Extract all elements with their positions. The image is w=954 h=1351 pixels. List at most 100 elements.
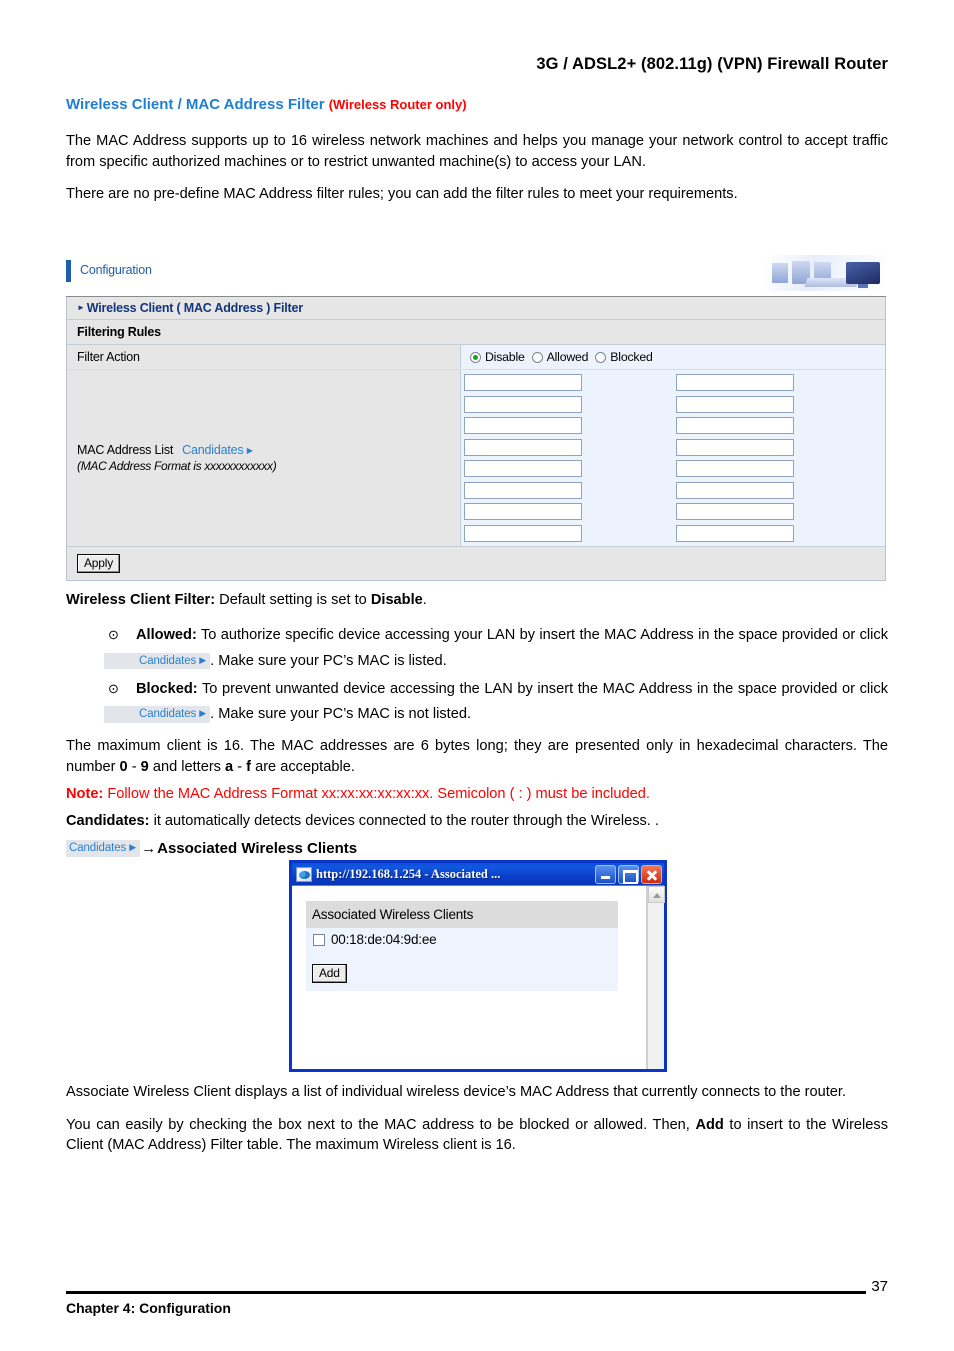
mac-input-field[interactable] [676,460,794,478]
candidates-description-label: Candidates: [66,812,150,829]
mac-input-field[interactable] [464,481,582,499]
associated-clients-table-header: Associated Wireless Clients [306,901,618,928]
radio-disable-indicator[interactable] [470,351,481,363]
closing-paragraph-1: Associate Wireless Client displays a lis… [66,1084,847,1100]
office-scene-image [766,255,886,291]
dialog-actions: Add [306,961,618,991]
mac-input-row [461,372,885,394]
client-mac-address: 00:18:de:04:9d:ee [331,932,437,947]
mac-format-hint: (MAC Address Format is xxxxxxxxxxxx) [77,459,277,473]
filter-action-row: Filter Action Disable Allowed Blocked [67,345,885,370]
footer-divider [66,1291,866,1294]
filter-action-label: Filter Action [67,345,461,369]
candidates-chip[interactable]: Candidates ▶ [104,652,211,669]
radio-disable[interactable]: Disable [470,350,525,364]
mac-input-field[interactable] [676,503,794,521]
filter-default-label: Wireless Client Filter: [66,592,216,608]
section-heading-qualifier: (Wireless Router only) [328,97,467,112]
arrow-right-icon: ▶ [129,842,137,853]
candidates-link[interactable]: Candidates ▶ [182,443,253,457]
dialog-title: http://192.168.1.254 - Associated ... [316,866,501,881]
mac-input-grid [461,370,885,546]
radio-disable-label: Disable [485,350,525,364]
bullet-blocked: ⊙ Blocked: To prevent unwanted device ac… [66,677,888,729]
mac-input-row [461,501,885,523]
client-list-item[interactable]: 00:18:de:04:9d:ee [306,928,618,951]
filter-default-paragraph: Wireless Client Filter: Default setting … [66,592,427,608]
mac-input-row [461,394,885,416]
mac-input-row [461,437,885,459]
intro-paragraph-2: There are no pre-define MAC Address filt… [66,186,738,203]
panel-header: Configuration [66,255,886,297]
arrow-right-icon: ▶ [199,708,207,719]
page-number: 37 [871,1278,888,1295]
footer-chapter: Chapter 4: Configuration [66,1300,231,1316]
associated-clients-dialog: http://192.168.1.254 - Associated ... As… [289,860,667,1072]
mac-input-field[interactable] [676,374,794,392]
mac-list-label-cell: MAC Address List Candidates ▶ (MAC Addres… [67,370,461,546]
document-page: 3G / ADSL2+ (802.11g) (VPN) Firewall Rou… [0,0,954,1351]
running-head: 3G / ADSL2+ (802.11g) (VPN) Firewall Rou… [536,55,888,73]
candidates-chip[interactable]: Candidates ▶ [66,840,141,857]
filter-action-options: Disable Allowed Blocked [461,345,885,369]
dialog-title-bar[interactable]: http://192.168.1.254 - Associated ... [289,860,667,885]
intro-paragraph-1: The MAC Address supports up to 16 wirele… [66,133,888,170]
allowed-label: Allowed: [136,626,197,643]
mac-input-field[interactable] [464,438,582,456]
mac-address-list-section: MAC Address List Candidates ▶ (MAC Addres… [67,370,885,547]
apply-button[interactable]: Apply [77,554,121,573]
mac-input-field[interactable] [676,481,794,499]
mac-input-field[interactable] [464,374,582,392]
maximize-icon[interactable] [618,864,639,884]
panel-header-title: Configuration [80,263,152,277]
section-heading-main: Wireless Client / MAC Address Filter [66,96,325,113]
bullet-icon: ⊙ [108,626,119,642]
panel-body: ► Wireless Client ( MAC Address ) Filter … [66,297,886,581]
arrow-right-icon: ▶ [246,446,253,455]
radio-allowed[interactable]: Allowed [531,350,588,364]
mac-input-field[interactable] [464,395,582,413]
mac-input-field[interactable] [464,417,582,435]
associated-clients-callout: Candidates ▶ → Associated Wireless Clien… [66,840,888,857]
client-checkbox[interactable] [313,933,325,946]
mac-input-field[interactable] [464,503,582,521]
radio-blocked[interactable]: Blocked [595,350,653,364]
blocked-label: Blocked: [136,680,198,697]
note-text: Follow the MAC Address Format xx:xx:xx:x… [103,785,650,802]
section-heading: Wireless Client / MAC Address Filter (Wi… [66,96,888,113]
dialog-body: Associated Wireless Clients 00:18:de:04:… [292,885,665,1069]
explanation-content: Wireless Client Filter: Default setting … [66,590,888,857]
radio-blocked-indicator[interactable] [595,351,607,363]
mac-input-field[interactable] [676,417,794,435]
internet-explorer-icon [296,866,312,882]
dialog-scrollbar[interactable] [647,886,665,1069]
panel-accent-bar [66,260,71,282]
radio-allowed-indicator[interactable] [531,351,543,363]
arrow-to-icon: → [141,839,157,857]
closing-content: Associate Wireless Client displays a lis… [66,1082,888,1156]
bullet-icon: ⊙ [108,680,119,696]
bullet-allowed: ⊙ Allowed: To authorize specific device … [66,623,888,675]
mac-address-list-label: MAC Address List Candidates ▶ [77,443,253,457]
candidates-chip[interactable]: Candidates ▶ [104,706,211,723]
top-content: Wireless Client / MAC Address Filter (Wi… [66,96,888,205]
caret-right-icon: ► [77,303,85,312]
closing-paragraph-2: You can easily by checking the box next … [66,1116,888,1154]
mac-input-field[interactable] [676,524,794,542]
mac-input-field[interactable] [464,524,582,542]
candidates-description: Candidates: it automatically detects dev… [66,812,659,829]
mac-input-row [461,480,885,502]
close-icon[interactable] [641,864,662,884]
associated-clients-table: Associated Wireless Clients 00:18:de:04:… [306,901,618,991]
radio-blocked-label: Blocked [610,350,653,364]
mac-input-field[interactable] [464,460,582,478]
router-config-panel: Configuration ► Wireless Client ( MAC Add… [66,255,886,581]
add-button[interactable]: Add [312,964,347,983]
scroll-up-arrow-icon[interactable] [648,886,665,903]
mac-input-field[interactable] [676,395,794,413]
mac-input-row [461,458,885,480]
mac-input-field[interactable] [676,438,794,456]
minimize-icon[interactable] [595,864,616,884]
monitor-icon [846,262,880,288]
table-spacer [306,951,618,961]
